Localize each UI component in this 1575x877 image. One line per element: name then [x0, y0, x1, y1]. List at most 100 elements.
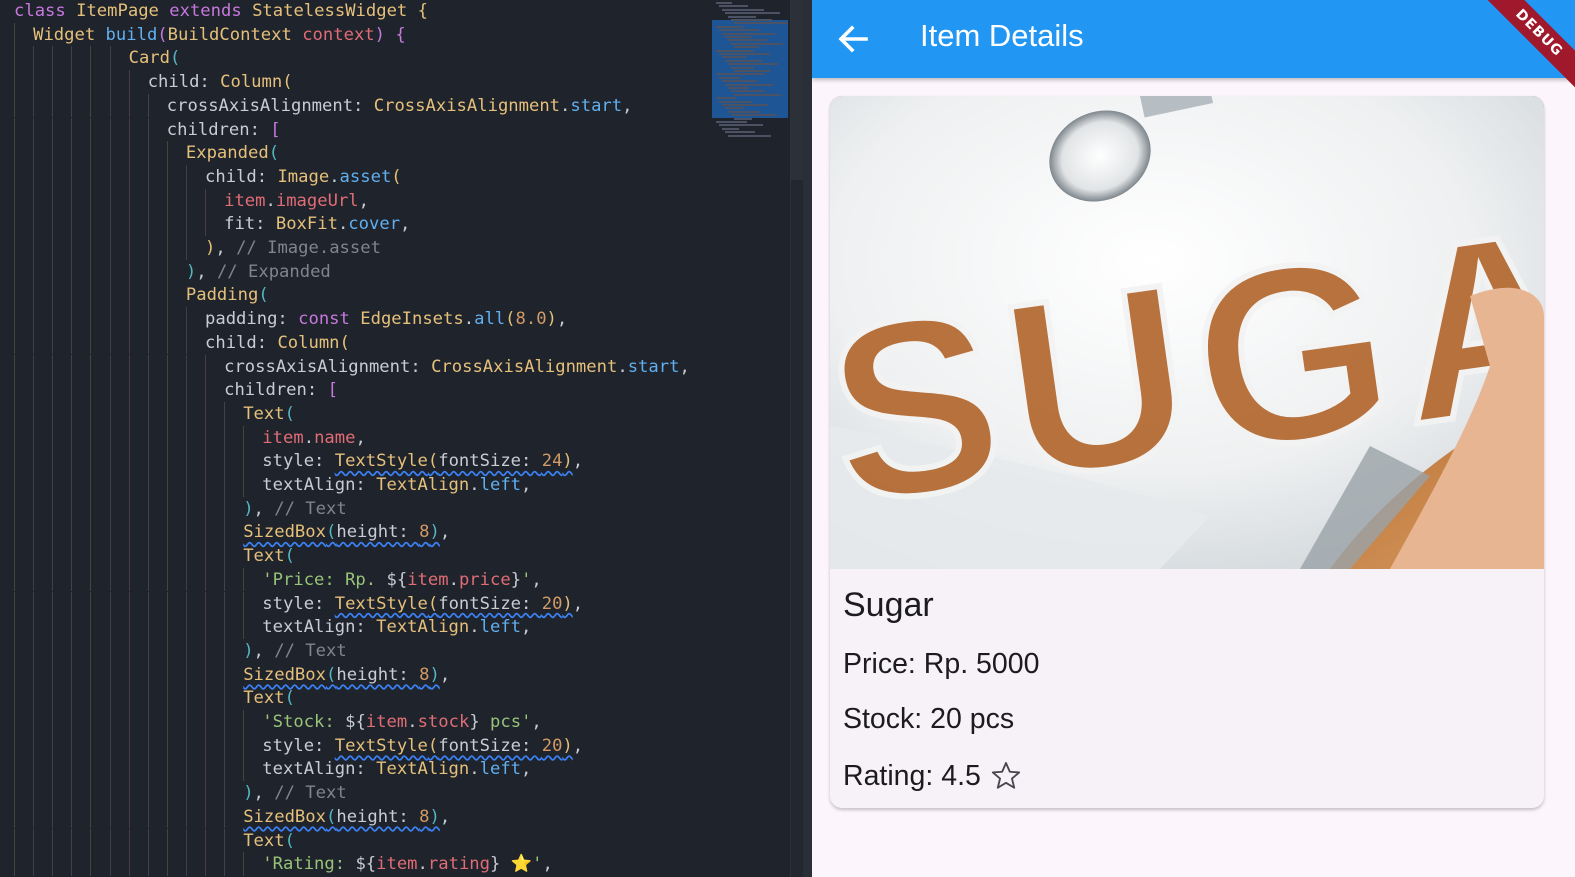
code-token: ,	[679, 356, 690, 377]
code-token: (	[325, 664, 337, 685]
code-token: .	[469, 475, 480, 495]
indent-guide	[166, 378, 168, 402]
code-token: rating	[427, 854, 490, 875]
code-token: name	[314, 427, 356, 448]
indent-guide	[205, 804, 206, 829]
code-line[interactable]: Text(	[243, 544, 295, 568]
indent-guide	[185, 686, 187, 710]
code-token: TextStyle	[334, 735, 428, 756]
indent-guide	[147, 828, 149, 853]
code-token: ,	[400, 214, 411, 235]
indent-guide	[14, 615, 15, 639]
code-line[interactable]: child: Column(	[148, 70, 293, 94]
code-line[interactable]: children: [	[167, 118, 281, 142]
indent-guide	[14, 804, 15, 829]
indent-guide	[109, 733, 111, 758]
code-line[interactable]: padding: const EdgeInsets.all(8.0),	[205, 307, 567, 331]
indent-guide	[185, 425, 187, 450]
indent-guide	[243, 757, 245, 782]
code-token: (	[505, 309, 516, 330]
code-line[interactable]: Text(	[243, 686, 295, 710]
back-button[interactable]	[828, 14, 878, 64]
indent-guide	[147, 473, 149, 497]
code-line[interactable]: 'Price: Rp. ${item.price}',	[262, 568, 541, 592]
indent-guide	[71, 638, 73, 663]
code-token: (	[325, 522, 337, 543]
indent-guide	[166, 259, 168, 284]
code-line[interactable]: ), // Text	[243, 497, 347, 521]
indent-guide	[224, 591, 226, 616]
code-line[interactable]: Text(	[243, 402, 295, 426]
code-line[interactable]: Expanded(	[186, 141, 279, 165]
code-line[interactable]: textAlign: TextAlign.left,	[262, 473, 531, 497]
code-line[interactable]: children: [	[224, 378, 338, 402]
indent-guide	[52, 781, 54, 805]
code-line[interactable]: ), // Text	[243, 781, 347, 805]
code-line[interactable]: SizedBox(height: 8),	[243, 805, 450, 829]
indent-guide	[128, 473, 130, 497]
code-line[interactable]: crossAxisAlignment: CrossAxisAlignment.s…	[167, 94, 633, 118]
code-line[interactable]: Card(	[129, 46, 181, 70]
indent-guide	[71, 757, 73, 782]
code-line[interactable]: fit: BoxFit.cover,	[224, 212, 410, 236]
indent-guide	[224, 662, 226, 687]
indent-guide	[90, 638, 92, 663]
code-line[interactable]: 'Rating: ${item.rating} ⭐',	[262, 852, 553, 876]
code-line[interactable]: crossAxisAlignment: CrossAxisAlignment.s…	[224, 355, 690, 379]
code-line[interactable]: textAlign: TextAlign.left,	[262, 615, 531, 639]
code-line[interactable]: style: TextStyle(fontSize: 20),	[262, 734, 583, 758]
code-line[interactable]: style: TextStyle(fontSize: 24),	[262, 449, 583, 473]
code-line[interactable]: Padding(	[186, 283, 269, 307]
indent-guide	[109, 449, 111, 473]
indent-guide	[205, 710, 206, 734]
pane-splitter[interactable]	[803, 0, 812, 877]
code-line[interactable]: child: Column(	[205, 331, 350, 355]
code-line[interactable]: SizedBox(height: 8),	[243, 520, 450, 544]
app-bar: Item Details	[812, 0, 1575, 78]
code-line[interactable]: style: TextStyle(fontSize: 20),	[262, 592, 583, 616]
indent-guide	[33, 93, 35, 118]
code-line[interactable]: item.imageUrl,	[224, 189, 369, 213]
minimap-line	[716, 73, 765, 76]
indent-guide	[128, 354, 130, 379]
scrollbar-thumb[interactable]	[791, 0, 803, 180]
indent-guide	[205, 828, 206, 853]
code-token: left	[479, 617, 522, 638]
code-token: (	[391, 166, 402, 187]
code-line[interactable]: textAlign: TextAlign.left,	[262, 757, 531, 781]
editor-scrollbar[interactable]	[790, 0, 803, 877]
indent-guide	[33, 496, 35, 521]
code-line[interactable]: class ItemPage extends StatelessWidget {	[14, 0, 428, 23]
code-line[interactable]: child: Image.asset(	[205, 165, 402, 189]
minimap[interactable]	[712, 0, 790, 150]
code-line[interactable]: Text(	[243, 829, 295, 853]
indent-guide	[109, 615, 111, 639]
code-line[interactable]: ), // Image.asset	[205, 236, 381, 260]
indent-guide	[243, 733, 245, 758]
code-line[interactable]: SizedBox(height: 8),	[243, 663, 450, 687]
indent-guide	[90, 212, 92, 236]
minimap-line	[722, 127, 739, 130]
code-line[interactable]: 'Stock: ${item.stock} pcs',	[262, 710, 541, 734]
indent-guide	[166, 164, 168, 189]
indent-guide	[166, 710, 168, 734]
code-token: CrossAxisAlignment	[431, 356, 618, 377]
indent-guide	[71, 259, 73, 284]
code-line[interactable]: ), // Expanded	[186, 260, 331, 284]
indent-guide	[71, 852, 73, 876]
code-editor[interactable]: class ItemPage extends StatelessWidget {…	[0, 0, 803, 877]
code-line[interactable]: ), // Text	[243, 639, 347, 663]
code-token: )	[546, 309, 557, 330]
code-line[interactable]: item.name,	[262, 426, 366, 450]
minimap-line	[722, 56, 746, 59]
indent-guide	[33, 378, 35, 402]
code-token: Image	[277, 166, 330, 187]
minimap-line	[728, 15, 756, 18]
indent-guide	[109, 70, 111, 94]
indent-guide	[71, 615, 73, 639]
code-line[interactable]: Widget build(BuildContext context) {	[33, 23, 406, 47]
indent-guide	[52, 378, 54, 402]
indent-guide	[185, 354, 187, 379]
